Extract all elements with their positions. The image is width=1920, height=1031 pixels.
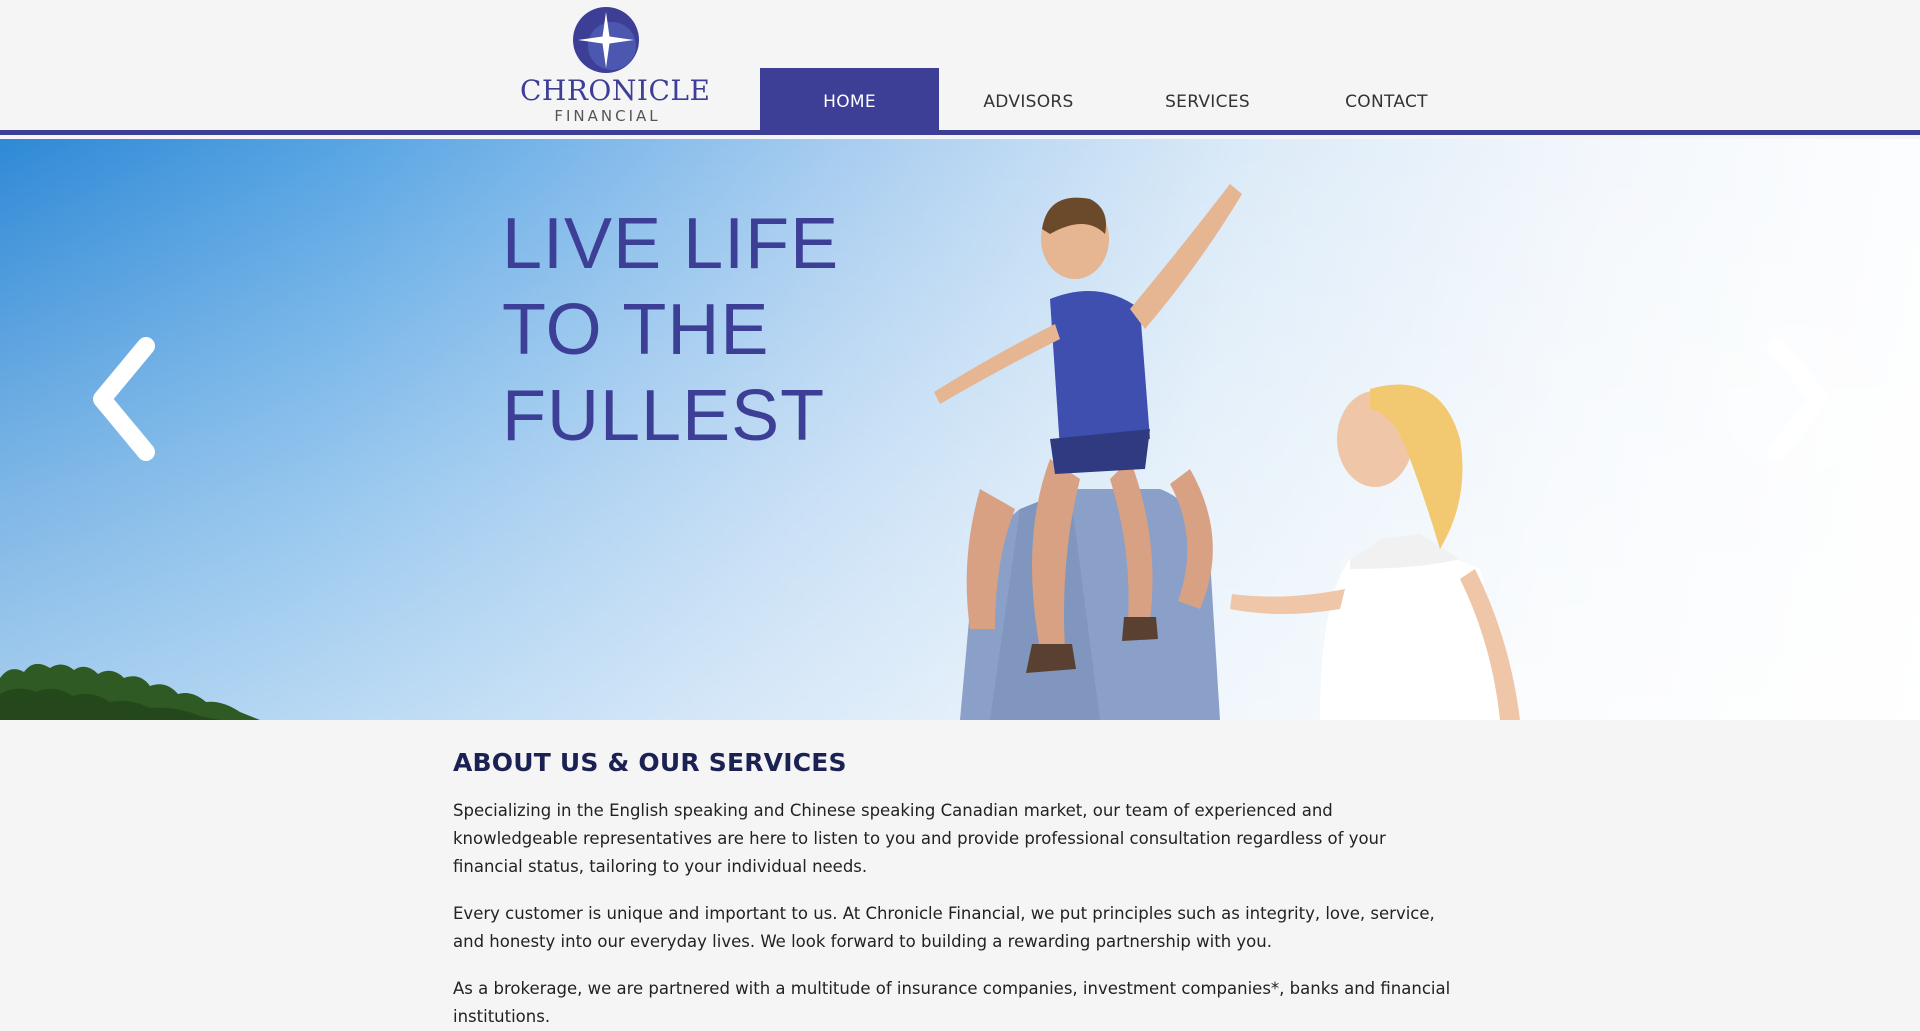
main-nav: HOME ADVISORS SERVICES CONTACT (760, 68, 1476, 135)
hero-carousel: LIVE LIFE TO THE FULLEST (0, 139, 1920, 720)
nav-item-contact[interactable]: CONTACT (1297, 68, 1476, 135)
brand-logo[interactable]: CHRONICLE FINANCIAL (520, 4, 711, 125)
about-section: ABOUT US & OUR SERVICES Specializing in … (453, 748, 1453, 1031)
carousel-next-button[interactable] (1722, 324, 1872, 474)
chevron-right-icon (1767, 337, 1829, 461)
nav-item-services[interactable]: SERVICES (1118, 68, 1297, 135)
nav-item-advisors[interactable]: ADVISORS (939, 68, 1118, 135)
nav-item-home[interactable]: HOME (760, 68, 939, 135)
section-title: ABOUT US & OUR SERVICES (453, 748, 847, 777)
site-header: CHRONICLE FINANCIAL HOME ADVISORS SERVIC… (0, 0, 1920, 135)
tree-line-image (0, 663, 260, 720)
carousel-prev-button[interactable] (50, 324, 200, 474)
hero-line-1: LIVE LIFE (502, 204, 840, 284)
hero-line-3: FULLEST (502, 376, 826, 456)
brand-subtitle: FINANCIAL (554, 107, 661, 125)
hero-headline: LIVE LIFE TO THE FULLEST (502, 201, 922, 459)
family-photo-image (934, 184, 1520, 720)
about-paragraph: Specializing in the English speaking and… (453, 801, 1386, 876)
about-paragraph: As a brokerage, we are partnered with a … (453, 979, 1451, 1026)
about-paragraph: Every customer is unique and important t… (453, 904, 1435, 951)
brand-name: CHRONICLE (520, 74, 711, 107)
hero-line-2: TO THE (502, 290, 770, 370)
chevron-left-icon (93, 337, 155, 461)
compass-star-icon (573, 7, 639, 73)
